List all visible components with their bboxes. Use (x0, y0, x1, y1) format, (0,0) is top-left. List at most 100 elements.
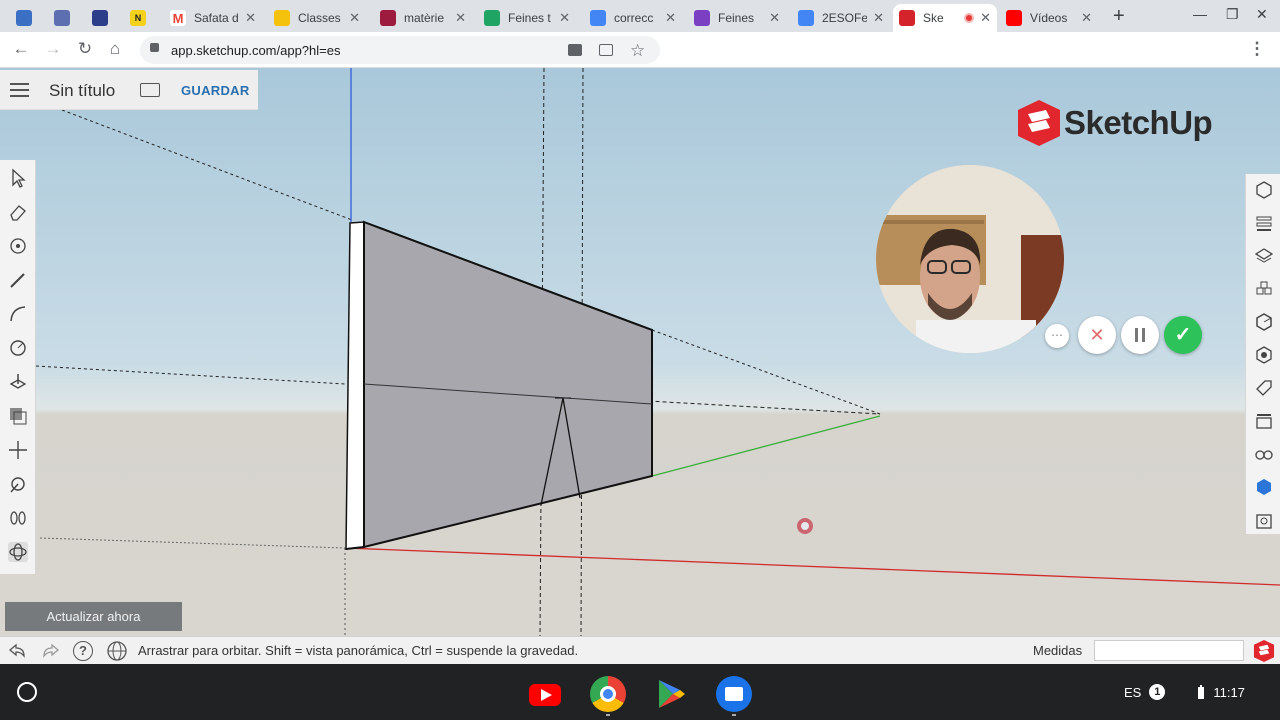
recorder-pause-button[interactable] (1121, 316, 1159, 354)
menu-kebab-icon[interactable]: ⋮ (1246, 39, 1268, 59)
display-icon[interactable] (1254, 444, 1274, 464)
green-axis (651, 415, 881, 477)
docs-icon (798, 10, 814, 26)
tab-favicon-icon: N (130, 10, 146, 26)
right-toolbar (1245, 174, 1280, 534)
webcam-bubble[interactable] (876, 165, 1064, 353)
orbit-tool-icon[interactable] (8, 542, 28, 562)
tab-10[interactable]: 2ESOFe ✕ (792, 4, 890, 32)
folder-icon[interactable] (140, 83, 160, 97)
components-icon[interactable] (1254, 279, 1274, 299)
close-icon[interactable]: ✕ (559, 10, 570, 26)
tab-label: 2ESOFe (822, 11, 868, 25)
tab-2[interactable] (86, 4, 122, 32)
browser-toolbar: ← → ↻ ⌂ app.sketchup.com/app?hl=es ☆ ⋮ (0, 32, 1280, 95)
gmail-icon: M (170, 10, 186, 26)
tab-label: correcc (614, 11, 654, 25)
close-icon[interactable]: ✕ (349, 10, 360, 26)
close-icon[interactable]: ✕ (455, 10, 466, 26)
tab-12[interactable]: Vídeos ✕ (1000, 4, 1098, 32)
close-icon[interactable]: ✕ (245, 10, 256, 26)
tab-3[interactable]: N (124, 4, 160, 32)
save-button[interactable]: GUARDAR (181, 83, 250, 98)
pencil-tool-icon[interactable] (8, 270, 28, 290)
paint-bucket-icon[interactable] (8, 236, 28, 256)
walk-tool-icon[interactable] (8, 508, 28, 528)
move-tool-icon[interactable] (8, 440, 28, 460)
help-icon[interactable]: ? (73, 641, 93, 661)
minimize-button[interactable]: — (1193, 6, 1207, 22)
materials-icon[interactable] (1254, 312, 1274, 332)
shadow-icon[interactable] (1254, 510, 1274, 530)
close-icon[interactable]: ✕ (873, 10, 884, 26)
close-icon[interactable]: ✕ (665, 10, 676, 26)
close-icon[interactable]: ✕ (769, 10, 780, 26)
eraser-tool-icon[interactable] (8, 202, 28, 222)
back-button[interactable]: ← (10, 39, 32, 59)
tab-6[interactable]: matèrie ✕ (374, 4, 472, 32)
close-icon[interactable]: ✕ (1081, 10, 1092, 26)
rotate-tool-icon[interactable] (8, 474, 28, 494)
new-tab-button[interactable]: + (1113, 5, 1125, 28)
recorder-cancel-button[interactable]: ✕ (1078, 316, 1116, 354)
close-window-button[interactable]: ✕ (1256, 6, 1268, 23)
tab-11-active[interactable]: Ske ✕ (893, 4, 997, 32)
battery-icon (1198, 685, 1205, 699)
push-pull-icon[interactable] (8, 372, 28, 392)
scenes-icon[interactable] (1254, 411, 1274, 431)
undo-icon[interactable] (8, 642, 28, 665)
tab-9[interactable]: Feines ✕ (688, 4, 786, 32)
camera-icon[interactable] (568, 44, 582, 56)
tab-favicon-icon (92, 10, 108, 26)
entity-info-icon[interactable] (1254, 180, 1274, 200)
youtube-app-icon[interactable] (527, 676, 563, 712)
layers-icon[interactable] (1254, 246, 1274, 266)
tab-8[interactable]: correcc ✕ (584, 4, 682, 32)
address-url[interactable]: app.sketchup.com/app?hl=es (171, 43, 340, 58)
select-tool-icon[interactable] (8, 168, 28, 188)
wifi-icon (1173, 688, 1182, 698)
tab-0[interactable] (10, 4, 46, 32)
styles-icon[interactable] (1254, 477, 1274, 497)
measurements-input[interactable] (1094, 640, 1244, 661)
forward-button[interactable]: → (42, 39, 64, 59)
tab-4[interactable]: M Safata d ✕ (164, 4, 262, 32)
offset-tool-icon[interactable] (8, 406, 28, 426)
document-title[interactable]: Sin título (49, 81, 115, 101)
files-app-icon[interactable] (716, 676, 752, 712)
chrome-app-icon[interactable] (590, 676, 626, 712)
close-icon[interactable]: ✕ (980, 10, 991, 26)
launcher-icon[interactable] (17, 682, 37, 702)
lock-icon (150, 43, 159, 52)
recorder-finish-button[interactable]: ✓ (1164, 316, 1202, 354)
tags-icon[interactable] (1254, 378, 1274, 398)
system-tray[interactable]: ES 1 11:17 (1124, 682, 1245, 702)
tab-1[interactable] (48, 4, 84, 32)
recorder-more-icon[interactable]: ⋯ (1045, 324, 1069, 348)
home-icon[interactable]: ⌂ (104, 39, 126, 59)
webcam-feed (876, 165, 1064, 353)
tab-label: matèrie (404, 11, 445, 25)
translate-icon[interactable] (599, 44, 613, 56)
reload-button[interactable]: ↻ (74, 39, 96, 59)
guide-line (39, 537, 346, 549)
sketchup-viewport[interactable]: Sin título GUARDAR SketchUp ⋯ ✕ ✓ Actual… (0, 68, 1280, 636)
circle-tool-icon[interactable] (8, 338, 28, 358)
logo-text: SketchUp (1064, 104, 1213, 141)
redo-icon[interactable] (40, 642, 60, 665)
youtube-icon (1006, 10, 1022, 26)
play-store-app-icon[interactable] (653, 676, 689, 712)
tab-label: Feines t (508, 11, 551, 25)
tab-7[interactable]: Feines t ✕ (478, 4, 576, 32)
arc-tool-icon[interactable] (8, 304, 28, 324)
instructor-icon[interactable] (1254, 213, 1274, 233)
document-title-bar: Sin título GUARDAR (0, 70, 258, 110)
maximize-button[interactable]: ❐ (1226, 6, 1239, 23)
hamburger-menu-icon[interactable] (10, 83, 29, 97)
address-bar[interactable]: app.sketchup.com/app?hl=es ☆ (140, 36, 660, 64)
tab-5[interactable]: Classes ✕ (268, 4, 366, 32)
bookmark-star-icon[interactable]: ☆ (630, 41, 645, 61)
solid-tools-icon[interactable] (1254, 345, 1274, 365)
globe-icon[interactable] (106, 640, 128, 667)
update-now-button[interactable]: Actualizar ahora (5, 602, 182, 631)
